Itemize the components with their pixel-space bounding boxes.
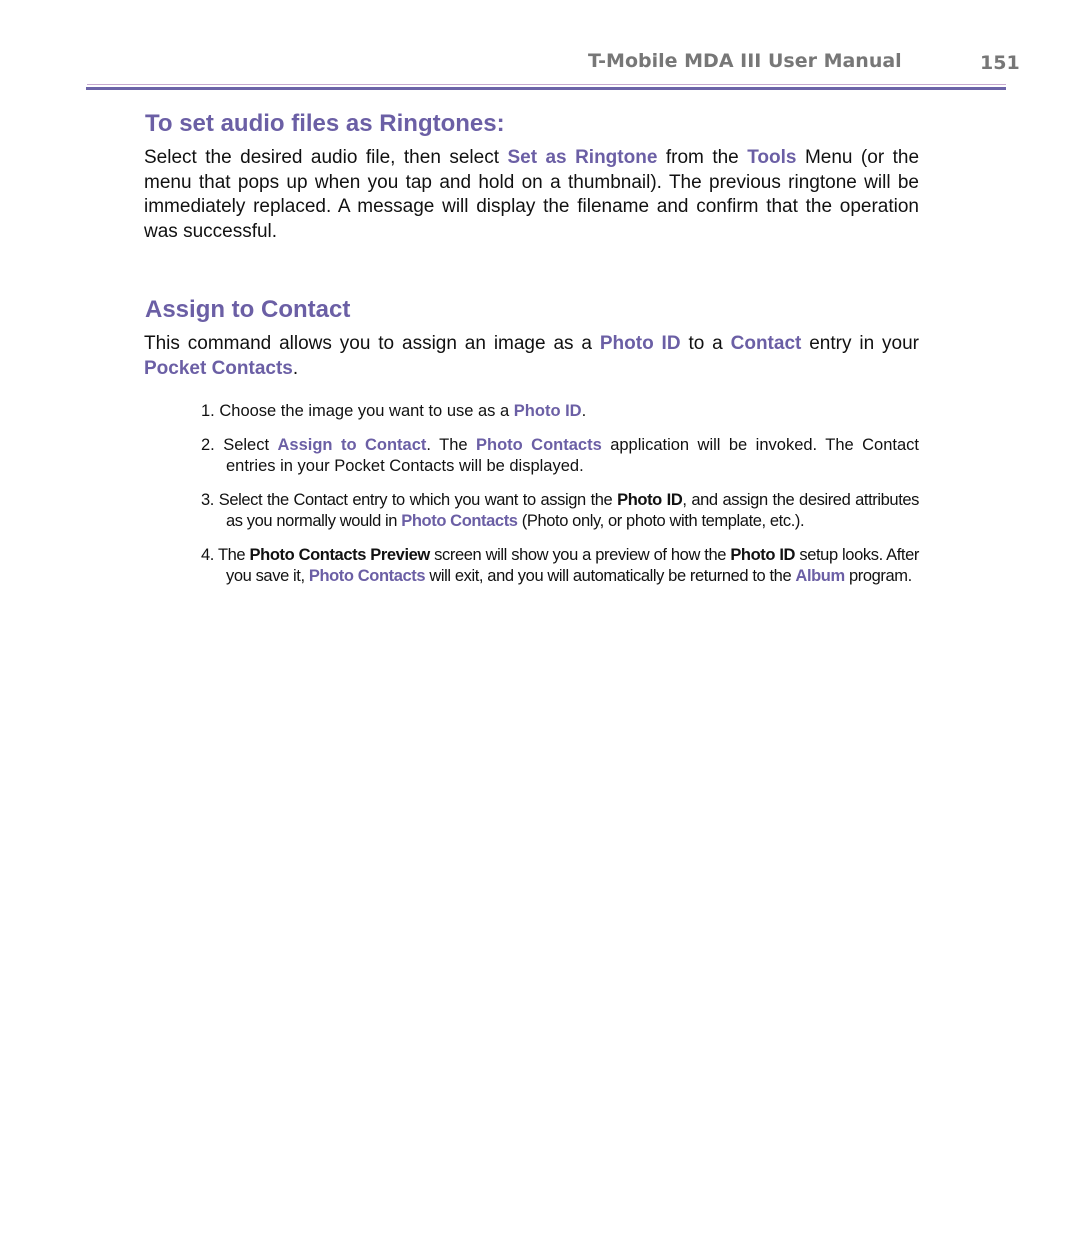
text: from the — [657, 147, 748, 168]
term-pocket-contacts: Pocket Contacts — [144, 357, 293, 379]
text: Choose the image you want to use as a — [214, 402, 514, 420]
term-photo-contacts: Photo Contacts — [308, 567, 426, 585]
text: screen will show you a preview of how th… — [429, 545, 731, 564]
term-photo-contacts: Photo Contacts — [475, 435, 602, 454]
term-photo-id-bold: Photo ID — [730, 545, 796, 564]
list-item-step-3: 3. Select the Contact entry to which you… — [201, 490, 919, 533]
section-heading-ringtones: To set audio files as Ringtones: — [145, 110, 505, 137]
text: . — [292, 357, 299, 379]
menu-term-tools: Tools — [747, 147, 797, 168]
list-item-step-1: 1. Choose the image you want to use as a… — [201, 401, 919, 423]
term-photo-id: Photo ID — [513, 402, 582, 420]
step-number: 4. — [201, 545, 214, 564]
list-item-step-4: 4. The Photo Contacts Preview screen wil… — [201, 545, 919, 588]
page-number: 151 — [980, 52, 1020, 74]
assign-paragraph: This command allows you to assign an ima… — [144, 332, 919, 381]
text: Select the desired audio file, then sele… — [144, 147, 508, 168]
header-rule-thin — [87, 84, 1006, 85]
running-header-title: T-Mobile MDA III User Manual — [588, 50, 902, 72]
steps-list: 1. Choose the image you want to use as a… — [201, 401, 919, 588]
text: The — [213, 545, 250, 564]
text: . — [581, 402, 587, 420]
text: to a — [680, 333, 731, 354]
text: Select the Contact entry to which you wa… — [213, 490, 618, 509]
term-photo-contacts-preview: Photo Contacts Preview — [249, 545, 431, 564]
ringtones-paragraph: Select the desired audio file, then sele… — [144, 146, 919, 244]
term-photo-contacts: Photo Contacts — [401, 512, 518, 530]
term-assign-to-contact: Assign to Contact — [277, 435, 427, 454]
step-number: 3. — [201, 490, 214, 509]
text: will exit, and you will automatically be… — [425, 567, 796, 585]
step-number: 2. — [201, 435, 215, 454]
term-contact: Contact — [730, 333, 802, 354]
text: . The — [426, 435, 476, 454]
section-heading-assign-to-contact: Assign to Contact — [145, 296, 351, 323]
text: This command allows you to assign an ima… — [144, 333, 600, 354]
text: Select — [214, 435, 278, 454]
menu-term-set-as-ringtone: Set as Ringtone — [507, 147, 658, 168]
term-photo-id: Photo ID — [599, 333, 681, 354]
term-album: Album — [795, 567, 845, 585]
header-rule-thick — [86, 87, 1006, 90]
text: program. — [844, 567, 912, 585]
list-item-step-2: 2. Select Assign to Contact. The Photo C… — [201, 435, 919, 478]
step-number: 1. — [201, 402, 215, 420]
text: (Photo only, or photo with template, etc… — [517, 512, 805, 530]
term-photo-id-bold: Photo ID — [617, 490, 683, 509]
text: entry in your — [801, 333, 919, 354]
